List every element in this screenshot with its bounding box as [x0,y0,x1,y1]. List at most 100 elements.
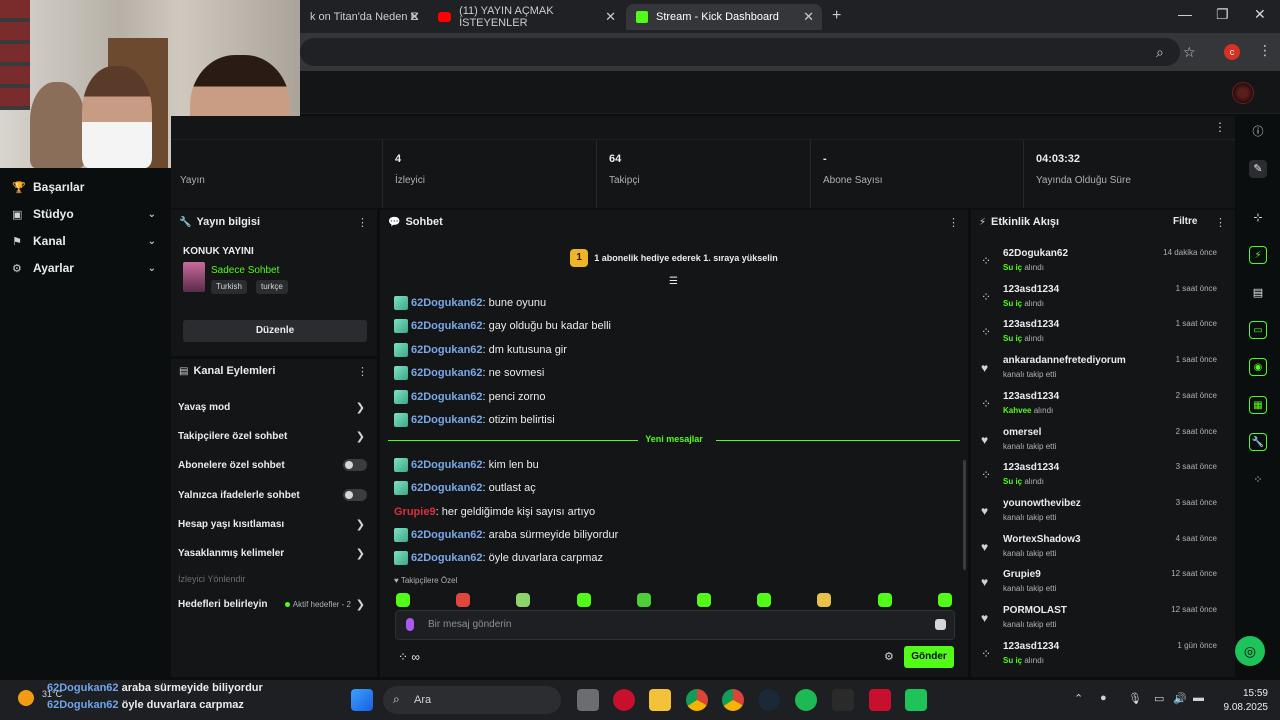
windows-start-icon[interactable] [351,689,373,711]
lightning-icon[interactable]: ⚡ [1249,246,1267,264]
display-icon[interactable]: ▭ [1154,692,1164,705]
activity-item[interactable]: ♥ younowthevibez kanalı takip etti 3 saat ö… [979,496,1229,528]
chat-username[interactable]: 62Dogukan62 [411,529,483,541]
panel-menu-icon[interactable]: ⋮ [357,216,368,229]
feed-filter-button[interactable]: Filtre [1173,216,1197,227]
browser-menu-icon[interactable]: ⋮ [1258,42,1272,59]
activity-item[interactable]: ⁘ 123asd1234 Su iç alındı 1 saat önce [979,317,1229,349]
bookmark-star-icon[interactable]: ☆ [1183,44,1196,61]
chrome-icon[interactable] [722,689,744,711]
emote-icon[interactable] [456,593,471,607]
crosshair-icon[interactable]: ⊹ [1249,209,1267,227]
opera-icon[interactable] [613,689,635,711]
chat-username[interactable]: 62Dogukan62 [411,391,483,403]
set-goals-row[interactable]: Hedefleri belirleyin Aktif hedefler - 2 … [178,594,373,614]
microphone-icon[interactable] [406,618,414,631]
chat-username[interactable]: 62Dogukan62 [411,482,483,494]
sidebar-item-channel[interactable]: ⚑ Kanal ⌄ [12,230,162,252]
microphone-icon[interactable]: 🎙 [1128,692,1142,705]
subscribers-only-toggle[interactable] [343,459,367,471]
tray-app-icon[interactable]: ● [1100,692,1107,704]
wrench-icon[interactable]: 🔧 [1249,433,1267,451]
edit-stream-button[interactable]: Düzenle [183,320,367,342]
tab-close-icon[interactable]: ✕ [605,9,616,25]
spotify-icon[interactable] [795,689,817,711]
taskbar-clock[interactable]: 15:59 9.08.2025 [1212,687,1269,715]
volume-icon[interactable]: 🔊 [1173,692,1187,705]
sidebar-item-settings[interactable]: ⚙ Ayarlar ⌄ [12,257,162,279]
chat-bubble-icon[interactable]: ▭ [1249,321,1267,339]
window-close-icon[interactable]: ✕ [1254,6,1266,23]
people-icon[interactable]: ⁘ [1249,471,1267,489]
emote-icon[interactable] [516,593,531,607]
steam-icon[interactable] [758,689,780,711]
chrome-icon[interactable] [686,689,708,711]
chat-settings-icon[interactable]: ⚙ [884,650,894,663]
file-explorer-icon[interactable] [649,689,671,711]
account-age-row[interactable]: Hesap yaşı kısıtlaması ❯ [178,514,373,534]
kick-studio-icon[interactable] [905,689,927,711]
sidebar-item-achievements[interactable]: 🏆 Başarılar [12,176,162,198]
user-avatar[interactable] [1232,82,1254,104]
document-icon[interactable]: ▤ [1249,284,1267,302]
tab-close-icon[interactable]: ✕ [803,9,814,25]
emote-icon[interactable] [877,593,892,607]
gift-sub-promo[interactable]: 1 1 abonelik hediye ederek 1. sıraya yük… [380,240,968,276]
chat-username[interactable]: Grupie9 [394,506,436,518]
task-view-icon[interactable] [577,689,599,711]
emote-icon[interactable] [697,593,711,607]
minimize-icon[interactable]: — [1178,6,1192,22]
epic-games-icon[interactable] [832,689,854,711]
tab-close-icon[interactable]: ✕ [409,9,420,25]
banned-words-row[interactable]: Yasaklanmış kelimeler ❯ [178,543,373,563]
chat-username[interactable]: 62Dogukan62 [411,414,483,426]
emote-icon[interactable] [576,593,591,607]
stats-menu-icon[interactable]: ⋮ [1214,120,1226,134]
browser-tab-kick[interactable]: Stream - Kick Dashboard ✕ [626,4,822,30]
battery-icon[interactable]: ▬ [1193,692,1204,704]
chat-filter-icon[interactable]: ☰ [669,276,678,287]
omnibox[interactable] [300,38,1180,66]
browser-tab-titan[interactable]: k on Titan'da Neden E ✕ [300,4,428,30]
zoom-icon[interactable]: ⌕ [1156,44,1164,61]
activity-item[interactable]: ⁘ 62Dogukan62 Su iç alındı 14 dakika önce [979,246,1229,278]
activity-item[interactable]: ⁘ 123asd1234 Su iç alındı 3 saat önce [979,460,1229,492]
activity-item[interactable]: ♥ Grupie9 kanalı takip etti 12 saat önce [979,567,1229,599]
panel-menu-icon[interactable]: ⋮ [357,365,368,378]
browser-tab-youtube[interactable]: (11) YAYIN AÇMAK İSTEYENLER ✕ [428,4,624,30]
activity-item[interactable]: ⁘ 123asd1234 Su iç alındı 1 gün önce [979,639,1229,671]
emote-icon[interactable] [396,593,410,607]
chat-username[interactable]: 62Dogukan62 [411,320,483,332]
chat-input[interactable]: Bir mesaj gönderin [395,610,955,640]
panel-menu-icon[interactable]: ⋮ [1215,216,1226,229]
send-button[interactable]: Gönder [904,646,954,668]
activity-item[interactable]: ♥ PORMOLAST kanalı takip etti 12 saat önce [979,603,1229,635]
tray-chevron-icon[interactable]: ⌃ [1074,692,1083,705]
chat-username[interactable]: 62Dogukan62 [411,552,483,564]
sidebar-item-studio[interactable]: ▣ Stüdyo ⌄ [12,203,162,225]
emote-icon[interactable] [636,593,651,607]
stream-category[interactable]: Sadece Sohbet [211,265,279,276]
panel-menu-icon[interactable]: ⋮ [948,216,959,229]
support-chat-button[interactable]: ◎ [1235,636,1265,666]
activity-item[interactable]: ♥ omersel kanalı takip etti 2 saat önce [979,425,1229,457]
activity-item[interactable]: ♥ WortexShadow3 kanalı takip etti 4 saat ön… [979,532,1229,564]
taskbar-search[interactable]: ⌕ Ara [383,686,561,714]
profile-avatar[interactable]: c [1224,44,1240,60]
emote-icon[interactable] [817,593,832,607]
emote-only-toggle[interactable] [343,489,367,501]
pencil-icon[interactable]: ✎ [1249,160,1267,178]
chat-username[interactable]: 62Dogukan62 [411,297,483,309]
info-icon[interactable]: ⓘ [1249,123,1267,141]
activity-item[interactable]: ♥ ankaradannefretediyorum kanalı takip ett… [979,353,1229,385]
media-app-icon[interactable] [869,689,891,711]
weather-icon[interactable] [18,690,34,706]
chat-username[interactable]: 62Dogukan62 [411,367,483,379]
slow-mode-row[interactable]: Yavaş mod ❯ [178,397,373,417]
chat-points-indicator[interactable]: ⁘ ∞ [398,650,420,664]
emote-icon[interactable] [757,593,772,607]
maximize-icon[interactable]: ❐ [1216,6,1229,23]
chat-username[interactable]: 62Dogukan62 [411,459,483,471]
followers-only-row[interactable]: Takipçilere özel sohbet ❯ [178,426,373,446]
emote-icon[interactable] [937,593,952,607]
